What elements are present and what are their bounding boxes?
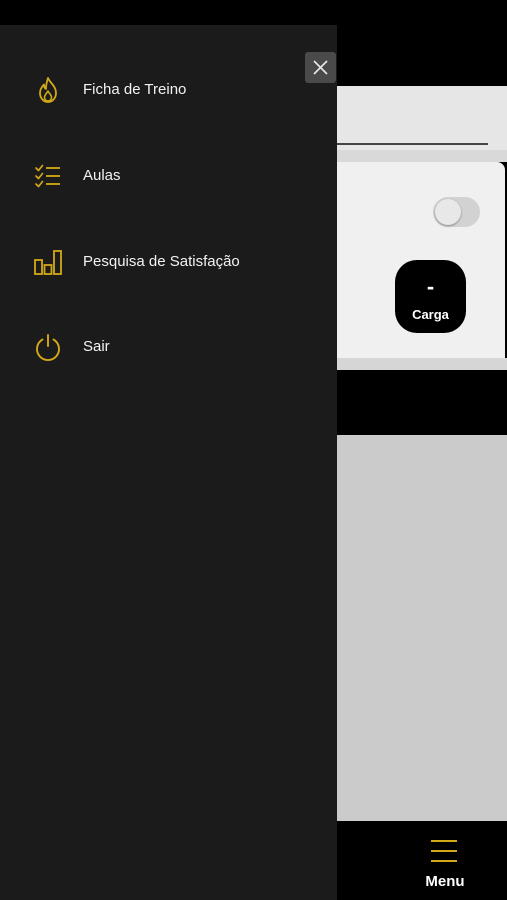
menu-item-ficha-de-treino[interactable]: Ficha de Treino <box>0 59 337 119</box>
menu-item-label: Ficha de Treino <box>83 81 187 98</box>
carga-value: - <box>426 274 435 299</box>
side-drawer: Ficha de Treino Aulas Pesquisa de Satisf… <box>0 25 337 900</box>
nav-menu-label: Menu <box>425 873 465 890</box>
nav-item-menu[interactable]: Menu <box>410 836 480 892</box>
menu-item-label: Sair <box>83 338 110 355</box>
menu-item-aulas[interactable]: Aulas <box>0 145 337 205</box>
flame-icon <box>39 77 57 103</box>
menu-item-label: Aulas <box>83 167 121 184</box>
menu-item-pesquisa-de-satisfacao[interactable]: Pesquisa de Satisfação <box>0 231 337 291</box>
bar-chart-icon <box>34 250 62 275</box>
carga-button[interactable]: - Carga <box>395 260 466 333</box>
menu-item-label: Pesquisa de Satisfação <box>83 253 240 270</box>
carga-label: Carga <box>412 307 449 322</box>
menu-item-sair[interactable]: Sair <box>0 316 337 376</box>
toggle-switch[interactable] <box>433 197 480 227</box>
power-icon <box>36 334 60 361</box>
checklist-icon <box>35 164 60 188</box>
hamburger-icon <box>431 840 457 862</box>
toggle-knob <box>435 199 461 225</box>
